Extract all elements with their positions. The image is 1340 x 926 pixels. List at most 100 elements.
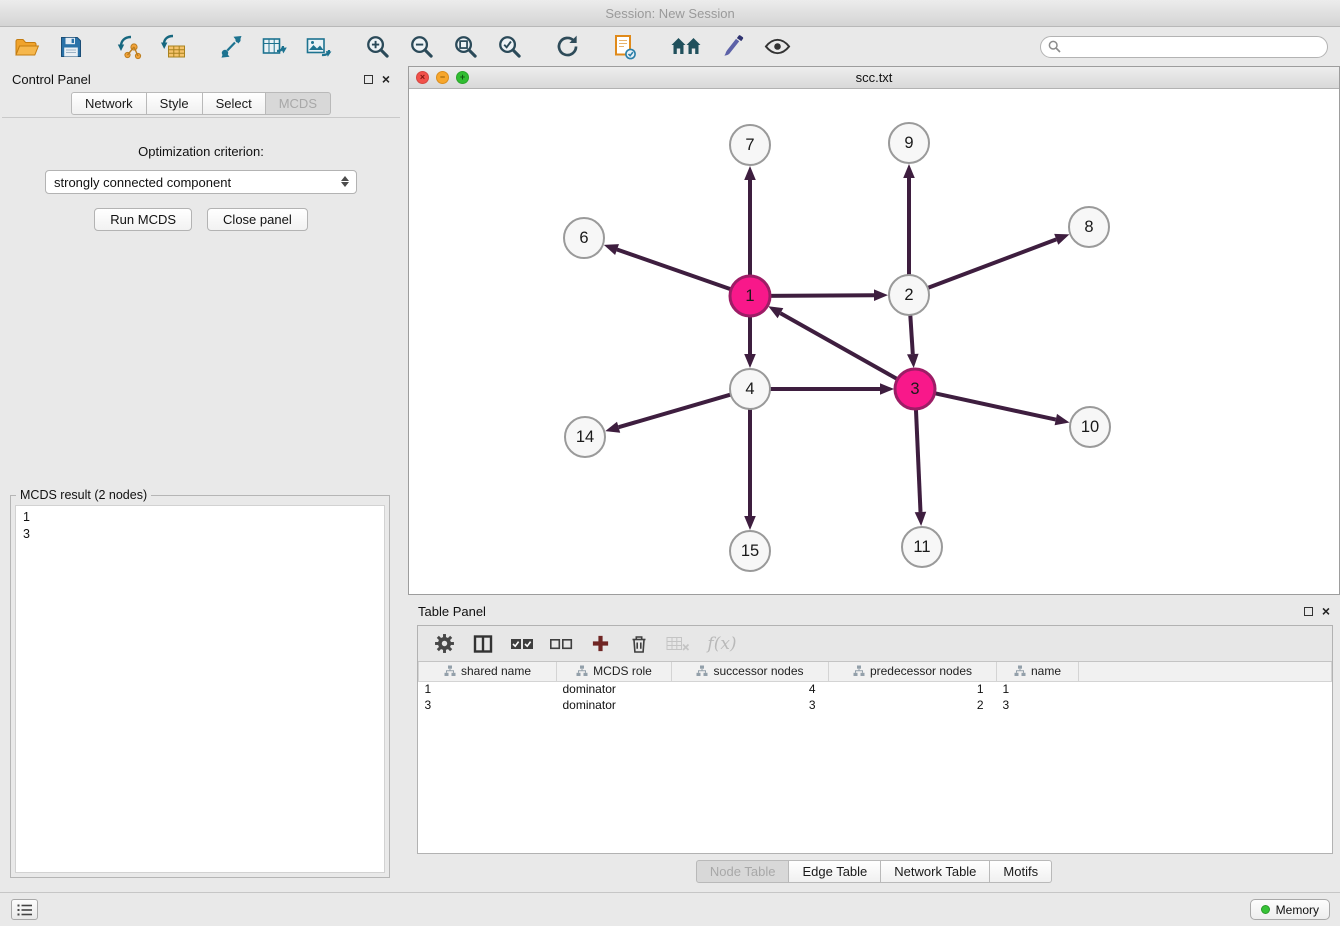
graph-edge-arrowhead — [1054, 234, 1069, 245]
column-header-label: predecessor nodes — [870, 664, 972, 678]
zoom-in-button[interactable] — [362, 33, 392, 61]
two-houses-icon — [670, 36, 702, 58]
select-all-button[interactable] — [510, 632, 534, 656]
network-window-titlebar: × − + scc.txt — [409, 67, 1339, 89]
graph-edge-3-11[interactable] — [916, 406, 921, 512]
window-title: Session: New Session — [605, 6, 734, 21]
zoom-selected-button[interactable] — [494, 33, 524, 61]
import-network-button[interactable] — [114, 33, 144, 61]
memory-button[interactable]: Memory — [1250, 899, 1330, 920]
session-group — [12, 33, 86, 61]
save-floppy-icon — [60, 36, 82, 58]
annotation-button[interactable] — [718, 33, 748, 61]
deselect-all-button[interactable] — [549, 632, 573, 656]
table-tabs-bar: Node TableEdge TableNetwork TableMotifs — [408, 860, 1340, 883]
zoom-window-icon[interactable]: + — [456, 71, 469, 84]
graph-edge-1-2[interactable] — [767, 295, 874, 296]
graph-edge-arrowhead — [903, 164, 915, 178]
node-table-content: f(x) shared nameMCDS rolesuccessor nodes… — [417, 625, 1333, 854]
graph-edge-arrowhead — [744, 516, 756, 530]
close-panel-button[interactable]: Close panel — [207, 208, 308, 231]
zoom-fit-icon — [453, 34, 478, 59]
tab-node-table[interactable]: Node Table — [696, 860, 790, 883]
tab-mcds[interactable]: MCDS — [266, 92, 331, 115]
function-builder-button[interactable]: f(x) — [705, 632, 739, 656]
delete-column-button[interactable] — [627, 632, 651, 656]
graph-edge-2-8[interactable] — [925, 239, 1056, 289]
create-column-button[interactable] — [588, 632, 612, 656]
run-mcds-button[interactable]: Run MCDS — [94, 208, 192, 231]
export-table-button[interactable] — [260, 33, 290, 61]
save-session-button[interactable] — [56, 33, 86, 61]
column-sort-icon — [696, 665, 708, 677]
task-history-button[interactable] — [11, 899, 38, 920]
export-image-button[interactable] — [304, 33, 334, 61]
graph-edge-4-14[interactable] — [619, 394, 734, 428]
control-panel-tabbar: NetworkStyleSelectMCDS — [2, 92, 400, 118]
apply-layout-button[interactable] — [552, 33, 582, 61]
clone-network-button[interactable] — [610, 33, 640, 61]
minimize-window-icon[interactable]: − — [436, 71, 449, 84]
first-neighbors-button[interactable] — [668, 33, 704, 61]
tab-network[interactable]: Network — [71, 92, 147, 115]
close-table-panel-icon[interactable]: × — [1322, 606, 1330, 616]
tab-edge-table[interactable]: Edge Table — [789, 860, 881, 883]
export-table-icon — [262, 35, 288, 59]
main-toolbar — [0, 27, 1340, 66]
memory-label: Memory — [1276, 903, 1319, 917]
result-item[interactable]: 1 — [23, 509, 377, 526]
tab-network-table[interactable]: Network Table — [881, 860, 990, 883]
close-window-icon[interactable]: × — [416, 71, 429, 84]
optimization-criterion-select[interactable]: strongly connected component — [45, 170, 357, 194]
float-table-panel-icon[interactable] — [1304, 607, 1313, 616]
column-header-shared-name[interactable]: shared name — [419, 662, 557, 681]
show-columns-button[interactable] — [471, 632, 495, 656]
paint-brush-icon — [722, 35, 745, 58]
columns-icon — [473, 634, 493, 654]
graph-edge-1-6[interactable] — [617, 250, 734, 291]
float-panel-icon[interactable] — [364, 75, 373, 84]
select-all-icon — [510, 637, 534, 651]
graph-edge-3-1[interactable] — [781, 313, 901, 381]
result-item[interactable]: 3 — [23, 526, 377, 543]
delete-table-button[interactable] — [666, 632, 690, 656]
mcds-result-list[interactable]: 13 — [15, 505, 385, 873]
graph-node-label: 15 — [741, 542, 759, 560]
tab-style[interactable]: Style — [147, 92, 203, 115]
import-network-icon — [116, 34, 142, 60]
mcds-result-title: MCDS result (2 nodes) — [16, 488, 151, 502]
network-arrows-icon — [219, 34, 244, 59]
show-hide-button[interactable] — [762, 33, 792, 61]
new-network-button[interactable] — [216, 33, 246, 61]
search-input[interactable] — [1040, 36, 1328, 58]
graph-edge-2-3[interactable] — [910, 312, 913, 354]
column-sort-icon — [576, 665, 588, 677]
table-cell: 3 — [672, 697, 829, 713]
zoom-out-button[interactable] — [406, 33, 436, 61]
clone-group — [610, 33, 640, 61]
table-panel-header: Table Panel × — [408, 599, 1340, 623]
import-table-button[interactable] — [158, 33, 188, 61]
column-header-predecessor-nodes[interactable]: predecessor nodes — [829, 662, 997, 681]
table-cell: 3 — [419, 697, 557, 713]
network-window-title: scc.txt — [856, 70, 893, 85]
graph-edge-3-10[interactable] — [932, 393, 1056, 420]
column-header-mcds-role[interactable]: MCDS role — [557, 662, 672, 681]
column-header-successor-nodes[interactable]: successor nodes — [672, 662, 829, 681]
tab-select[interactable]: Select — [203, 92, 266, 115]
column-header-name[interactable]: name — [997, 662, 1079, 681]
zoom-group — [362, 33, 524, 61]
zoom-fit-button[interactable] — [450, 33, 480, 61]
graph-edge-arrowhead — [604, 244, 619, 255]
table-toolbar: f(x) — [418, 626, 1332, 662]
close-panel-icon[interactable]: × — [382, 74, 390, 84]
graph-node-label: 4 — [745, 380, 754, 398]
tab-motifs[interactable]: Motifs — [990, 860, 1052, 883]
open-session-button[interactable] — [12, 33, 42, 61]
table-row[interactable]: 1dominator411 — [419, 681, 1332, 697]
network-canvas-container[interactable]: 7968124314101511 — [409, 89, 1339, 594]
deselect-all-icon — [549, 637, 573, 651]
table-settings-button[interactable] — [432, 632, 456, 656]
table-row[interactable]: 3dominator323 — [419, 697, 1332, 713]
graph-node-label: 9 — [904, 134, 913, 152]
